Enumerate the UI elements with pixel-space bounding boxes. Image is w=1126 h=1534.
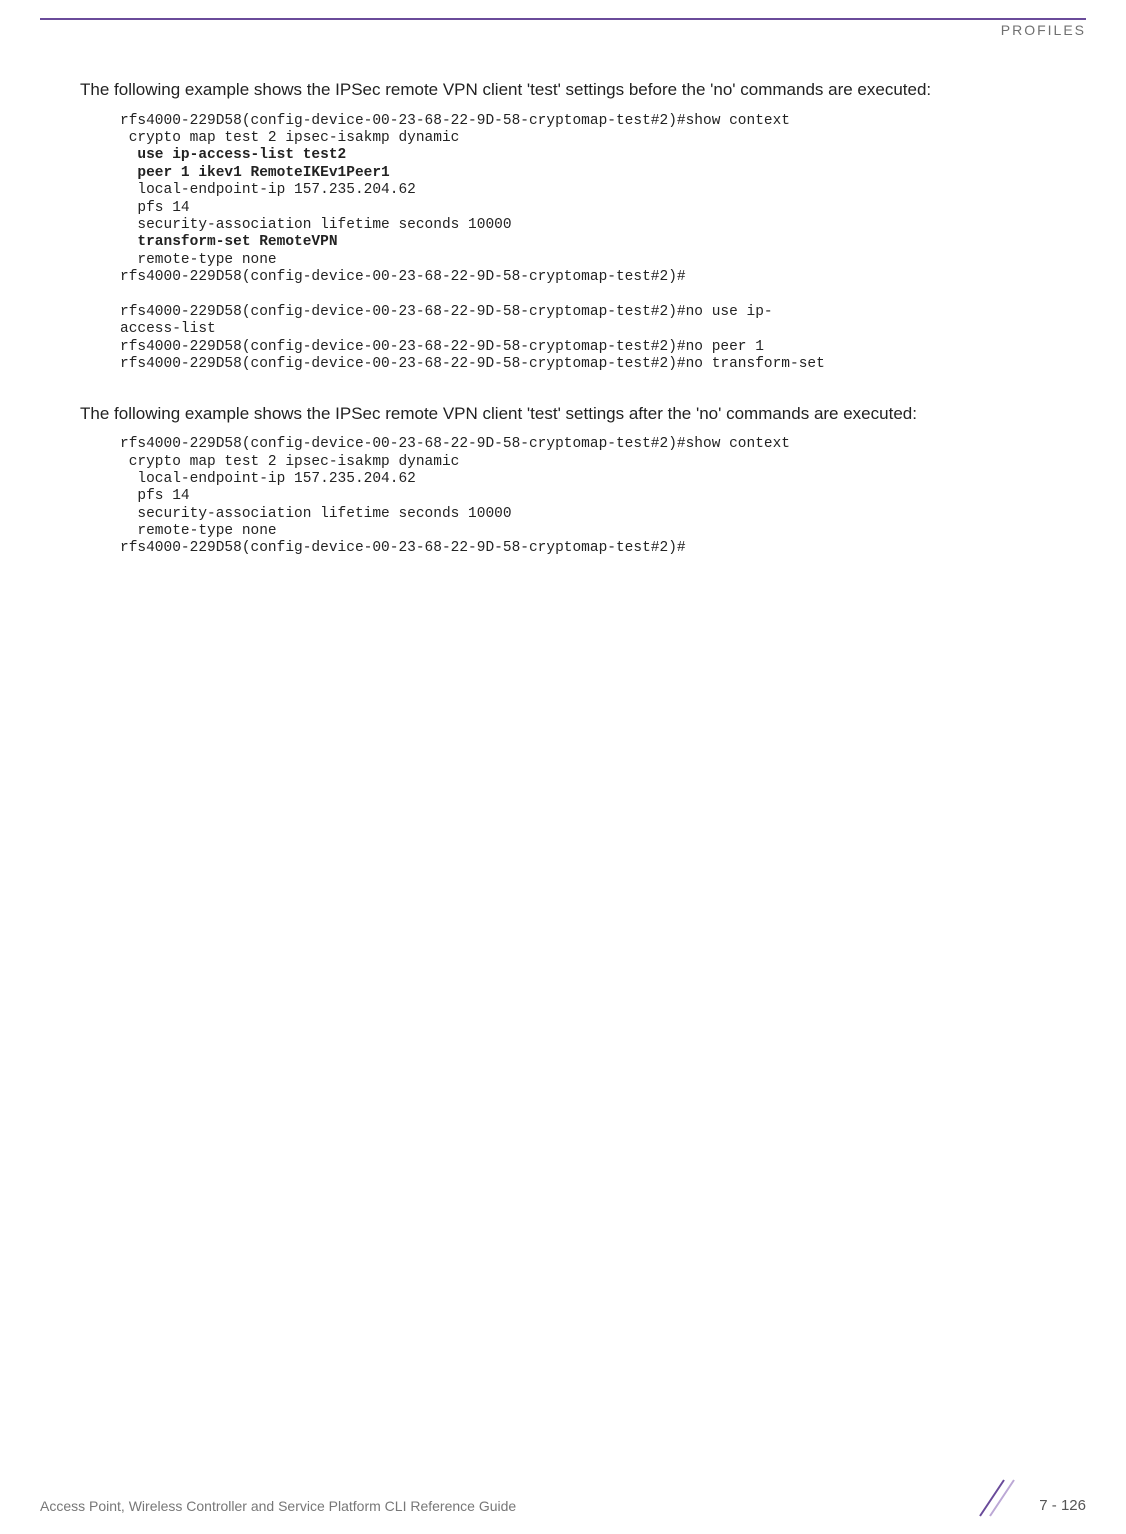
code-line: rfs4000-229D58(config-device-00-23-68-22… <box>120 356 825 372</box>
code-line: pfs 14 <box>120 200 190 216</box>
code-line: access-list <box>120 321 216 337</box>
code-line: rfs4000-229D58(config-device-00-23-68-22… <box>120 113 790 129</box>
header-section-label: PROFILES <box>0 20 1126 38</box>
code-line: rfs4000-229D58(config-device-00-23-68-22… <box>120 269 686 285</box>
paragraph-before: The following example shows the IPSec re… <box>80 78 1086 103</box>
code-line: rfs4000-229D58(config-device-00-23-68-22… <box>120 436 790 452</box>
code-line: pfs 14 <box>120 488 190 504</box>
page-footer: Access Point, Wireless Controller and Se… <box>0 1474 1126 1514</box>
code-line: remote-type none <box>120 523 277 539</box>
footer-guide-title: Access Point, Wireless Controller and Se… <box>40 1498 516 1514</box>
code-block-after: rfs4000-229D58(config-device-00-23-68-22… <box>120 436 1086 558</box>
code-line-bold: transform-set RemoteVPN <box>120 234 338 250</box>
code-line: security-association lifetime seconds 10… <box>120 217 512 233</box>
code-block-before: rfs4000-229D58(config-device-00-23-68-22… <box>120 113 1086 374</box>
code-line: rfs4000-229D58(config-device-00-23-68-22… <box>120 339 764 355</box>
code-line: crypto map test 2 ipsec-isakmp dynamic <box>120 454 459 470</box>
code-line: security-association lifetime seconds 10… <box>120 506 512 522</box>
footer-slash-icon <box>966 1478 1026 1518</box>
code-line: local-endpoint-ip 157.235.204.62 <box>120 471 416 487</box>
page-content: The following example shows the IPSec re… <box>0 38 1126 558</box>
paragraph-after: The following example shows the IPSec re… <box>80 402 1086 427</box>
code-line: rfs4000-229D58(config-device-00-23-68-22… <box>120 304 773 320</box>
code-line: rfs4000-229D58(config-device-00-23-68-22… <box>120 540 686 556</box>
page-number: 7 - 126 <box>1039 1497 1086 1514</box>
code-line: local-endpoint-ip 157.235.204.62 <box>120 182 416 198</box>
code-line-bold: peer 1 ikev1 RemoteIKEv1Peer1 <box>120 165 390 181</box>
code-line-bold: use ip-access-list test2 <box>120 147 346 163</box>
code-line: crypto map test 2 ipsec-isakmp dynamic <box>120 130 459 146</box>
code-line: remote-type none <box>120 252 277 268</box>
